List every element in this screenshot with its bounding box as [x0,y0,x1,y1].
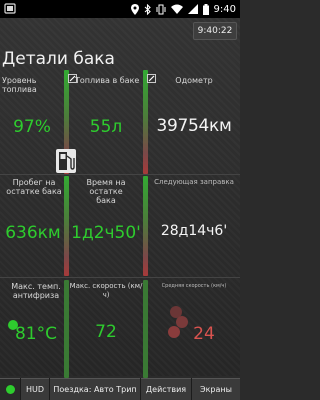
max-speed-label: Макс. скорость (км/ч) [69,282,143,299]
fuel-pump-icon [56,149,76,173]
max-coolant-temp-cell[interactable]: Макс. темп. антифриза 81°C [0,280,64,376]
fuel-in-tank-cell[interactable]: Топлива в баке 55л [69,70,143,174]
max-coolant-temp-label: Макс. темп. антифриза [11,282,61,300]
wifi-icon [170,4,183,14]
nav-indicator [0,378,20,400]
bottom-nav: HUD Поездка: Авто Трип Действия Экраны [0,378,240,400]
nav-actions-button[interactable]: Действия [141,378,191,400]
range-on-tank-label: Пробег на остатке бака [6,178,62,196]
tank-level-value: 97% [13,117,51,137]
time-on-tank-label: Время на остатке бака [86,178,126,205]
time-on-tank-cell[interactable]: Время на остатке бака 1д2ч50' [69,176,143,276]
avg-speed-value: 24 [193,324,215,344]
nav-hud-button[interactable]: HUD [21,378,49,400]
bluetooth-icon [144,3,151,15]
tank-level-label: Уровень топлива [2,76,37,94]
max-speed-cell[interactable]: Макс. скорость (км/ч) 72 [69,280,143,376]
row-divider-1 [0,174,240,175]
next-refuel-value: 28д14ч6' [160,223,228,239]
range-on-tank-value: 636км [5,223,61,243]
android-icon [4,3,16,14]
odometer-value: 39754км [156,116,232,136]
odometer-label: Одометр [175,76,213,85]
fuel-in-tank-label: Топлива в баке [75,76,140,85]
status-bar: 9:40 [0,0,240,18]
nav-screens-button[interactable]: Экраны [192,378,240,400]
odometer-cell[interactable]: Одометр 39754км [148,70,240,174]
green-status-dot [5,385,15,394]
next-refuel-label: Следующая заправка [154,178,234,186]
clock-badge: 9:40:22 [193,22,237,40]
max-speed-value: 72 [95,322,117,342]
vibrate-icon [156,4,166,14]
max-coolant-temp-value: 81°C [14,324,57,344]
avg-speed-label: Средняя скорость (км/ч) [161,283,227,289]
next-refuel-cell[interactable]: Следующая заправка 28д14ч6' [148,176,240,276]
time-on-tank-value: 1д2ч50' [71,223,141,243]
location-icon [130,3,139,15]
page-title: Детали бака [2,49,115,69]
fuel-in-tank-value: 55л [89,117,123,137]
tank-details-screen: 9:40:22 Детали бака Уровень топлива 97% … [0,18,240,378]
status-time: 9:40 [213,3,236,15]
avg-speed-cell[interactable]: Средняя скорость (км/ч) 24 [148,280,240,376]
nav-trip-button[interactable]: Поездка: Авто Трип [50,378,140,400]
signal-icon [187,4,198,14]
battery-icon [202,3,209,15]
range-on-tank-cell[interactable]: Пробег на остатке бака 636км [0,176,64,276]
row-divider-2 [0,277,240,278]
